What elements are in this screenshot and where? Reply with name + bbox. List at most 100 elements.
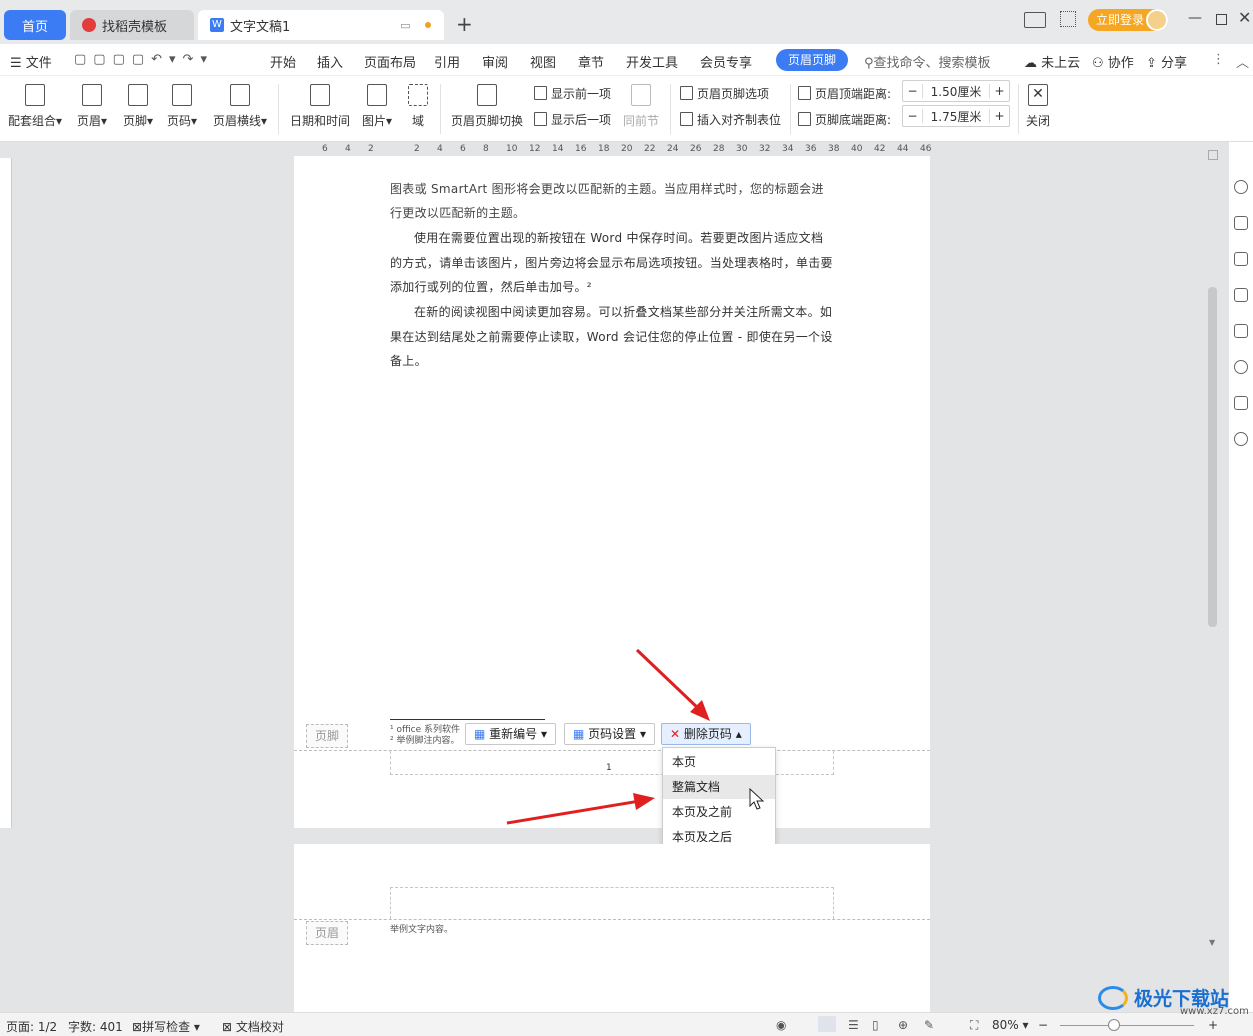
ai-assistant-icon[interactable] — [1234, 324, 1248, 338]
zoom-in-icon[interactable]: + — [1208, 1018, 1218, 1032]
header-top-distance-stepper[interactable]: −1.50厘米 + — [902, 80, 1010, 102]
page-number[interactable]: 1 — [606, 763, 612, 773]
picture-button[interactable]: 图片▾ — [360, 84, 394, 129]
cloud-label: 未上云 — [1041, 56, 1081, 71]
zoom-out-icon[interactable]: − — [1038, 1018, 1048, 1032]
page-number-settings-button[interactable]: ▦ 页码设置 ▾ — [564, 723, 656, 745]
outline-view-icon[interactable]: ☰ — [848, 1018, 859, 1032]
menu-item-4[interactable]: 审阅 — [482, 52, 508, 71]
header-button[interactable]: 页眉▾ — [74, 84, 110, 129]
proofread-button[interactable]: ⊠ 文档校对 — [222, 1018, 284, 1035]
header-line-button[interactable]: 页眉横线▾ — [210, 84, 270, 129]
pen-icon[interactable] — [1234, 216, 1248, 230]
help-icon[interactable] — [1234, 432, 1248, 446]
decrement-icon[interactable]: − — [903, 84, 923, 98]
zoom-slider[interactable] — [1060, 1025, 1194, 1026]
collapse-ribbon-icon[interactable]: ︿ — [1236, 52, 1249, 71]
body-paragraph-2[interactable]: 使用在需要位置出现的新按钮在 Word 中保存时间。若要更改图片适应文档的方式，… — [390, 226, 834, 300]
book-icon[interactable] — [1234, 396, 1248, 410]
close-window-icon[interactable]: ✕ — [1238, 8, 1251, 27]
menu-header-footer[interactable]: 页眉页脚 — [776, 49, 849, 71]
page2-text[interactable]: 举例文字内容。 — [390, 922, 453, 935]
page-count[interactable]: 页面: 1/2 — [6, 1018, 57, 1035]
tab-document-label: 文字文稿1 — [230, 19, 291, 35]
field-button[interactable]: 域 — [404, 84, 432, 129]
tab-template[interactable]: 找稻壳模板 — [70, 10, 194, 40]
menu-item-1[interactable]: 插入 — [317, 52, 343, 71]
combo-button[interactable]: 配套组合▾ — [6, 84, 64, 129]
delete-page-number-button[interactable]: ✕ 删除页码 ▴ — [661, 723, 751, 745]
show-previous-button[interactable]: 显示前一项 — [534, 85, 611, 102]
fit-page-icon[interactable]: ⛶ — [970, 1018, 978, 1033]
minimize-icon[interactable]: — — [1188, 10, 1202, 26]
switch-label: 页眉页脚切换 — [450, 114, 523, 128]
menu-item-2[interactable]: 页面布局 — [364, 52, 416, 71]
more-icon[interactable]: ⋮ — [1212, 52, 1225, 67]
menu-item-8[interactable]: 会员专享 — [700, 52, 752, 71]
body-paragraph-3[interactable]: 在新的阅读视图中阅读更加容易。可以折叠文档某些部分并关注所需文本。如果在达到结尾… — [390, 300, 834, 374]
footer-bottom-distance-text: 页脚底端距离: — [815, 113, 892, 127]
share-button[interactable]: ⇪ 分享 — [1146, 52, 1187, 71]
close-header-footer-button[interactable]: ✕ 关闭 — [1024, 84, 1052, 129]
header-tag: 页眉 — [306, 921, 348, 945]
window-layout-icon[interactable] — [1024, 12, 1046, 28]
read-view-icon[interactable]: ▯ — [872, 1018, 879, 1032]
menu-item-this-page[interactable]: 本页 — [663, 750, 775, 774]
file-menu[interactable]: ☰ 文件 — [10, 52, 52, 71]
header-footer-switch-button[interactable]: 页眉页脚切换 — [450, 84, 524, 129]
page-number-button[interactable]: 页码▾ — [164, 84, 200, 129]
zoom-slider-thumb[interactable] — [1108, 1019, 1120, 1031]
avatar[interactable] — [1146, 9, 1168, 31]
menu-item-7[interactable]: 开发工具 — [626, 52, 678, 71]
tab-home[interactable]: 首页 — [4, 10, 66, 40]
zoom-level[interactable]: 80% ▾ — [992, 1018, 1029, 1032]
write-mode-icon[interactable]: ✎ — [924, 1018, 934, 1032]
increment-icon[interactable]: + — [989, 84, 1009, 98]
menu-item-5[interactable]: 视图 — [530, 52, 556, 71]
header-edit-box[interactable] — [390, 887, 834, 919]
split-view-icon[interactable] — [1208, 150, 1218, 160]
menu-item-0[interactable]: 开始 — [270, 52, 296, 71]
ribbon-divider — [1018, 84, 1019, 134]
quick-access-icons[interactable]: ▢▢▢▢↶▾↷▾ — [74, 52, 214, 67]
ribbon-divider — [790, 84, 791, 134]
insert-align-tab-button[interactable]: 插入对齐制表位 — [680, 111, 781, 128]
app-grid-icon[interactable] — [1060, 11, 1076, 27]
footer-bottom-distance-stepper[interactable]: −1.75厘米 + — [902, 105, 1010, 127]
footer-bottom-distance-value[interactable]: 1.75厘米 — [923, 108, 989, 125]
collab-button[interactable]: ⚇ 协作 — [1092, 52, 1134, 71]
watermark-logo: 极光下载站 www.xz7.com — [1098, 984, 1249, 1017]
menu-item-whole-document[interactable]: 整篇文档 — [663, 775, 775, 799]
increment-icon[interactable]: + — [989, 109, 1009, 123]
decrement-icon[interactable]: − — [903, 109, 923, 123]
web-view-icon[interactable]: ⊕ — [898, 1018, 908, 1032]
scrollbar-thumb[interactable] — [1208, 287, 1217, 627]
maximize-icon[interactable] — [1216, 14, 1227, 25]
show-next-button[interactable]: 显示后一项 — [534, 111, 611, 128]
rocket-icon[interactable] — [1234, 180, 1248, 194]
menu-item-3[interactable]: 引用 — [434, 52, 460, 71]
scroll-down-icon[interactable]: ▼ — [1209, 938, 1215, 947]
spell-check-button[interactable]: ⊠拼写检查 ▾ — [132, 1018, 200, 1035]
menu-item-6[interactable]: 章节 — [578, 52, 604, 71]
datetime-button[interactable]: 日期和时间 — [290, 84, 350, 129]
command-search[interactable]: ⚲查找命令、搜索模板 — [864, 52, 991, 71]
footer-button[interactable]: 页脚▾ — [120, 84, 156, 129]
header-top-distance-value[interactable]: 1.50厘米 — [923, 83, 989, 100]
new-tab-plus-icon[interactable]: + — [456, 12, 473, 36]
tab-document[interactable]: W 文字文稿1 ▭ — [198, 10, 444, 40]
document-page-2[interactable]: 页眉 举例文字内容。 — [294, 844, 930, 1014]
word-count[interactable]: 字数: 401 — [68, 1018, 123, 1035]
menu-item-this-and-before[interactable]: 本页及之前 — [663, 800, 775, 824]
renumber-button[interactable]: ▦ 重新编号 ▾ — [465, 723, 557, 745]
footer-icon — [128, 84, 148, 106]
lightning-icon[interactable] — [1234, 360, 1248, 374]
vertical-scrollbar[interactable]: ▼ — [1205, 142, 1221, 1012]
same-as-previous-button[interactable]: 同前节 — [620, 84, 662, 129]
page-view-icon[interactable] — [818, 1016, 836, 1032]
cloud-status[interactable]: ☁ 未上云 — [1024, 52, 1080, 71]
eye-protect-icon[interactable]: ◉ — [776, 1018, 786, 1032]
cursor-select-icon[interactable] — [1234, 252, 1248, 266]
header-footer-options-button[interactable]: 页眉页脚选项 — [680, 85, 769, 102]
adjust-icon[interactable] — [1234, 288, 1248, 302]
